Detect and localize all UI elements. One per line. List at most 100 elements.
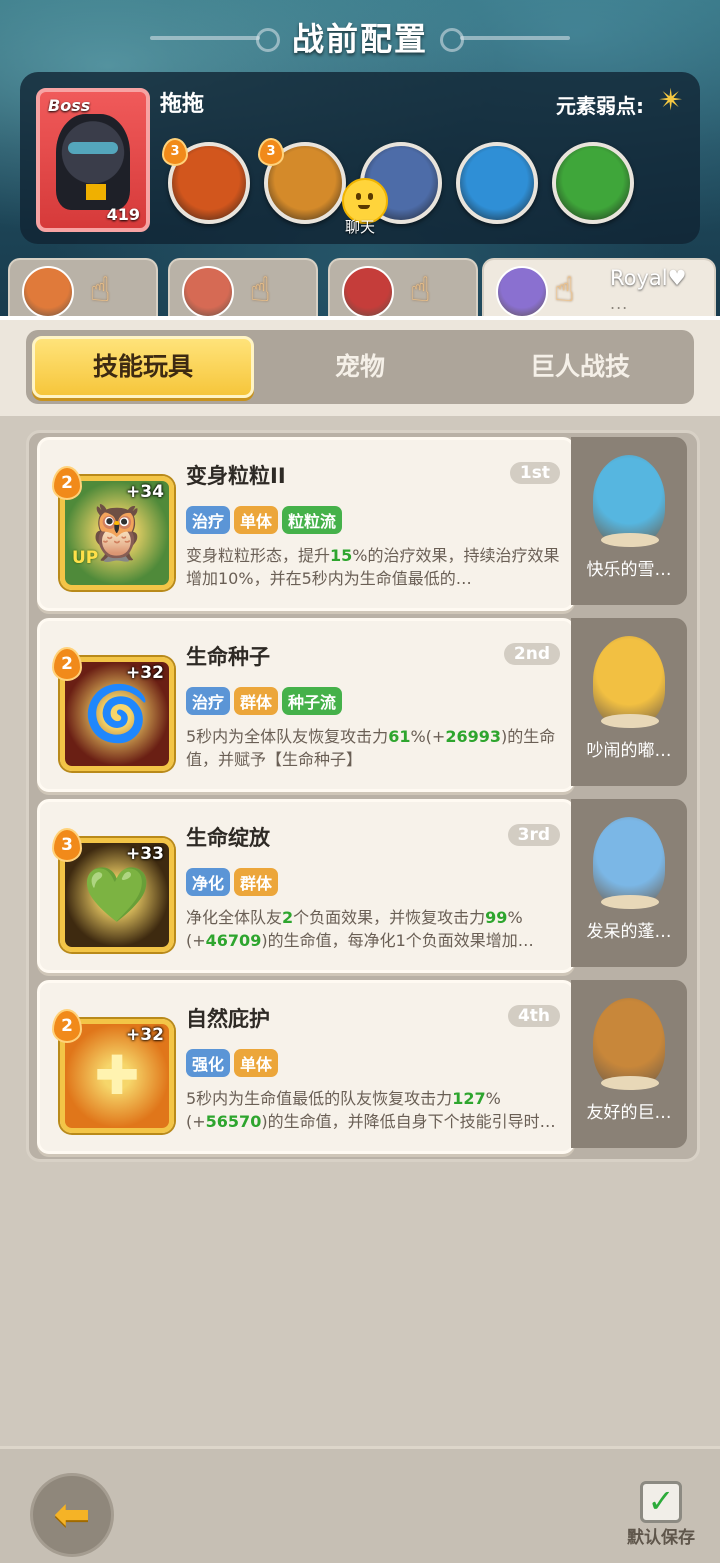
skill-bonus: +33	[126, 844, 164, 864]
pet-slot[interactable]: 发呆的蓬…	[571, 799, 687, 967]
skill-description-part: 61	[388, 727, 411, 746]
skill-tag: 群体	[234, 687, 279, 715]
boss-level: 419	[106, 205, 140, 224]
skill-card[interactable]: 3 💚 +33 生命绽放 3rd 净化 群体 净化全体队友2个负面效果，并恢复攻击力99%(+…	[37, 799, 575, 973]
light-star-icon[interactable]: ✴	[656, 86, 686, 116]
skill-tags: 净化 群体	[186, 868, 282, 896]
page-title: 战前配置	[291, 20, 428, 58]
team-player-name: Royal♥	[610, 266, 687, 290]
checkbox-checked-icon[interactable]: ✓	[640, 1481, 682, 1523]
pet-pedestal	[601, 895, 659, 909]
skill-tags: 强化 单体	[186, 1049, 282, 1077]
tab-skill-toys[interactable]: 技能玩具	[32, 336, 254, 398]
pet-slot[interactable]: 友好的巨…	[571, 980, 687, 1148]
avatar	[496, 266, 548, 318]
pet-name: 友好的巨…	[586, 1103, 672, 1123]
skill-card[interactable]: 2 🌀 +32 生命种子 2nd 治疗 群体 种子流 5秒内为全体队友恢复攻击力61%(+269…	[37, 618, 575, 792]
boss-tag: Boss	[48, 96, 91, 115]
tap-hand-icon: ☝	[90, 270, 111, 310]
boss-portrait[interactable]: Boss 419	[36, 88, 150, 232]
skill-description-part: 127	[452, 1089, 486, 1108]
tab-pets[interactable]: 宠物	[252, 336, 468, 398]
skill-description: 5秒内为全体队友恢复攻击力61%(+26993)的生命值，并赋予【生命种子】	[186, 725, 564, 771]
pet-icon	[593, 636, 665, 726]
element-weakness-label: 元素弱点:	[556, 94, 644, 118]
green-slime-icon[interactable]	[552, 142, 634, 224]
skill-description-part: 46709	[205, 931, 262, 950]
footer-bar: ⬅ ✓ 默认保存	[0, 1446, 720, 1563]
pet-pedestal	[601, 714, 659, 728]
chat-label[interactable]: 聊天	[330, 216, 390, 237]
team-slot-1[interactable]: ☝	[8, 258, 158, 322]
lightning-icon[interactable]: 3	[258, 138, 346, 224]
skill-tag: 种子流	[282, 687, 343, 715]
skill-level-badge: 2	[52, 1009, 82, 1043]
pet-pedestal	[601, 1076, 659, 1090]
skill-bonus: +32	[126, 1025, 164, 1045]
avatar	[182, 266, 234, 318]
skill-level-badge: 3	[52, 828, 82, 862]
tap-hand-icon: ☝	[250, 270, 271, 310]
skill-up-badge: UP	[72, 548, 99, 568]
team-slot-3[interactable]: ☝	[328, 258, 478, 322]
skill-title: 生命绽放	[186, 826, 270, 850]
avatar	[342, 266, 394, 318]
pet-name: 发呆的蓬…	[586, 922, 672, 942]
team-player-more: ...	[610, 294, 629, 313]
skill-description-part: 个负面效果，并恢复攻击力	[293, 908, 486, 927]
skill-bonus: +32	[126, 663, 164, 683]
skill-level-badge: 3	[258, 138, 284, 166]
tab-bar: 技能玩具 宠物 巨人战技	[26, 330, 694, 404]
pet-icon	[593, 817, 665, 907]
skill-tag: 粒粒流	[282, 506, 343, 534]
skill-tags: 治疗 单体 粒粒流	[186, 506, 346, 534]
back-button[interactable]: ⬅	[30, 1473, 114, 1557]
skill-description-part: 15	[330, 546, 353, 565]
team-slot-2[interactable]: ☝	[168, 258, 318, 322]
tab-giant-skills[interactable]: 巨人战技	[472, 336, 688, 398]
skill-rank-badge: 1st	[509, 462, 560, 484]
skill-tag: 治疗	[186, 506, 231, 534]
skill-description-part: 2	[282, 908, 294, 927]
skill-tag: 强化	[186, 1049, 231, 1077]
skill-tag: 单体	[234, 1049, 279, 1077]
pet-name: 快乐的雪…	[586, 560, 672, 580]
tab-bar-area: 技能玩具 宠物 巨人战技	[0, 316, 720, 416]
skill-description-part: 56570	[205, 1112, 262, 1131]
boss-name: 拖拖	[160, 92, 205, 117]
pet-icon	[593, 455, 665, 545]
skill-description: 变身粒粒形态，提升15%的治疗效果，持续治疗效果增加10%，并在5秒内为生命值最…	[186, 544, 564, 590]
skill-title: 变身粒粒II	[186, 464, 286, 488]
skill-rank-badge: 2nd	[503, 643, 560, 665]
skill-description: 5秒内为生命值最低的队友恢复攻击力127%(+56570)的生命值，并降低自身下…	[186, 1087, 564, 1133]
pet-slot[interactable]: 吵闹的嘟…	[571, 618, 687, 786]
skill-description-part: 5秒内为生命值最低的队友恢复攻击力	[186, 1089, 453, 1108]
skill-description-part: %(+	[410, 727, 446, 746]
skill-level-badge: 3	[162, 138, 188, 166]
pet-slot[interactable]: 快乐的雪…	[571, 437, 687, 605]
skill-description-part: 变身粒粒形态，提升	[186, 546, 331, 565]
skill-tag: 治疗	[186, 687, 231, 715]
skill-description-part: 26993	[445, 727, 501, 746]
skill-level-badge: 2	[52, 647, 82, 681]
boss-wolf-icon	[56, 114, 130, 210]
team-slot-4[interactable]: ☝ Royal♥...	[482, 258, 716, 322]
wolf-fire-icon[interactable]: 3	[162, 138, 250, 224]
pet-icon	[593, 998, 665, 1088]
skill-description-part: 净化全体队友	[186, 908, 283, 927]
skill-level-badge: 2	[52, 466, 82, 500]
skill-tag: 群体	[234, 868, 279, 896]
skill-card[interactable]: 2 ✚ +32 自然庇护 4th 强化 单体 5秒内为生命值最低的队友恢复攻击力127%(+5…	[37, 980, 575, 1154]
pet-pedestal	[601, 533, 659, 547]
skill-description: 净化全体队友2个负面效果，并恢复攻击力99%(+46709)的生命值，每净化1个…	[186, 906, 564, 952]
skill-card[interactable]: 2 🦉 +34 UP 变身粒粒II 1st 治疗 单体 粒粒流 变身粒粒形态，提升15%的治疗效果…	[37, 437, 575, 611]
default-save-label[interactable]: 默认保存	[616, 1523, 706, 1548]
skill-list: 2 🦉 +34 UP 变身粒粒II 1st 治疗 单体 粒粒流 变身粒粒形态，提升15%的治疗效果…	[26, 430, 700, 1162]
avatar	[22, 266, 74, 318]
skill-description-part: )的生命值，每净化1个负面效果增加…	[261, 931, 534, 950]
boss-panel: Boss 419 拖拖 元素弱点: ✴ 3 3 聊天	[20, 72, 700, 244]
hourglass-icon[interactable]	[456, 142, 538, 224]
pet-name: 吵闹的嘟…	[586, 741, 672, 761]
skill-title: 生命种子	[186, 645, 270, 669]
skill-title: 自然庇护	[186, 1007, 270, 1031]
